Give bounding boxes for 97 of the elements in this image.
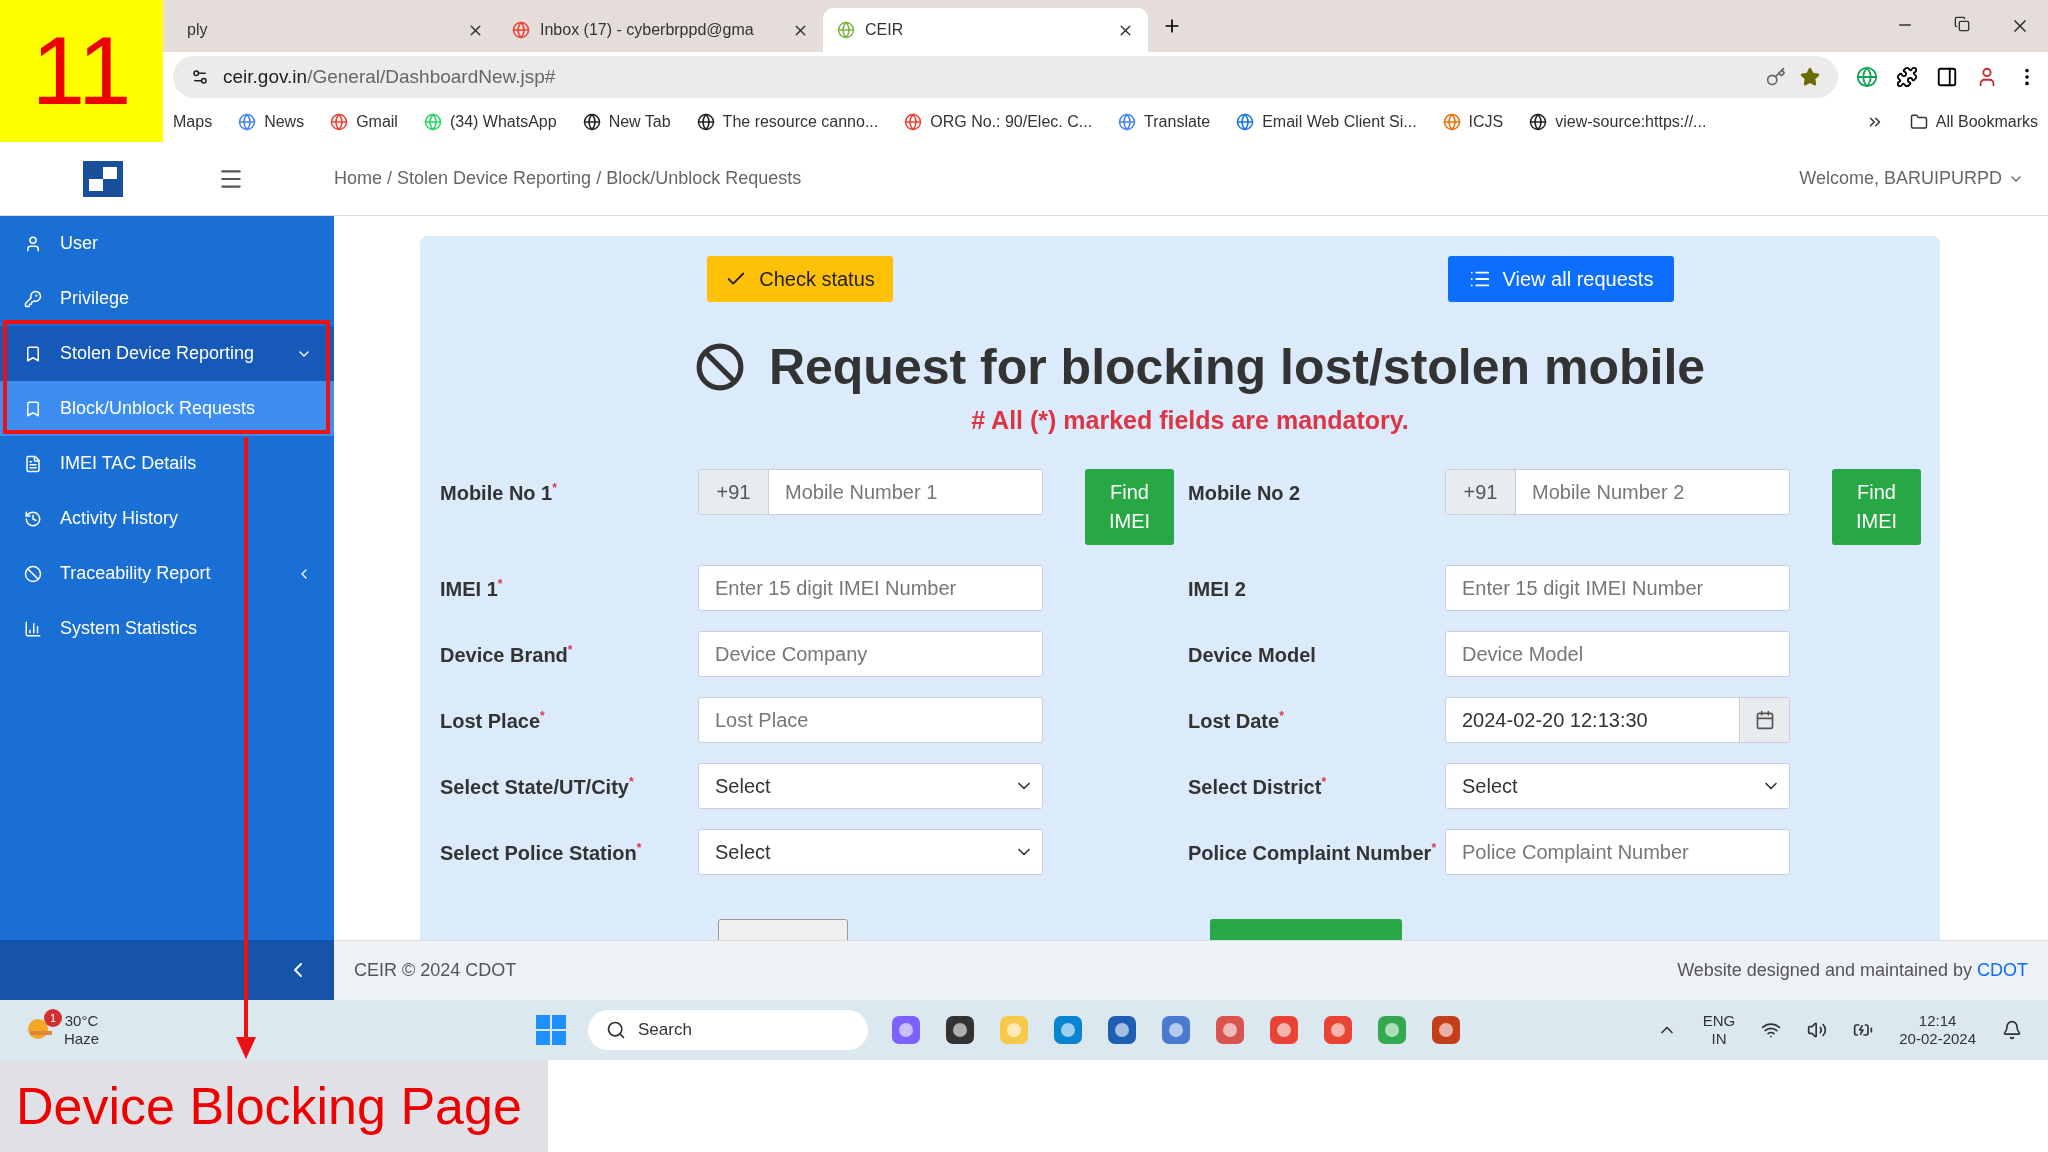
search-icon	[606, 1020, 626, 1040]
sidebar-item[interactable]: Activity History	[0, 491, 334, 546]
bookmark[interactable]: ICJS	[1442, 113, 1504, 131]
tab-icon	[837, 21, 855, 39]
sidebar-item[interactable]: IMEI TAC Details	[0, 436, 334, 491]
slide-caption: Device Blocking Page	[0, 1060, 548, 1152]
side-panel-icon[interactable]	[1936, 66, 1958, 88]
bookmark-icon	[904, 113, 923, 131]
bookmark-icon	[1442, 113, 1461, 131]
input-field[interactable]: Enter 15 digit IMEI Number	[698, 565, 1043, 611]
field-label: Lost Place$^{*}$	[440, 708, 546, 734]
address-bar[interactable]: ceir.gov.in/General/DashboardNew.jsp#	[173, 56, 1838, 98]
bell-icon[interactable]	[2002, 1020, 2022, 1040]
bookmark-icon	[1236, 113, 1255, 131]
extension-icon[interactable]	[1856, 66, 1878, 88]
calendar-icon	[1754, 710, 1775, 730]
field-label: Police Complaint Number$^{*}$	[1187, 840, 1438, 866]
browser-tab[interactable]: ply	[173, 8, 498, 52]
phone-field[interactable]: +91 Mobile Number 2	[1445, 469, 1790, 515]
bookmark-icon	[330, 113, 349, 131]
input-field[interactable]: Lost Place	[698, 697, 1043, 743]
language[interactable]: ENG	[1702, 1012, 1736, 1030]
field-label: Device Brand$^{*}$	[440, 642, 574, 668]
input-field[interactable]: Police Complaint Number	[1445, 829, 1790, 875]
all-bookmarks[interactable]: All Bookmarks	[1909, 113, 2038, 131]
select-field[interactable]: Select	[698, 829, 1043, 875]
bookmark[interactable]: The resource canno...	[696, 113, 879, 131]
select-field[interactable]: Select	[698, 763, 1043, 809]
site-settings-icon	[191, 68, 209, 86]
field-label: Device Model	[1187, 643, 1317, 668]
input-field[interactable]: Device Company	[698, 631, 1043, 677]
wifi-icon[interactable]	[1761, 1020, 1782, 1040]
sidebar-item[interactable]: System Statistics	[0, 601, 334, 656]
ban-icon	[694, 342, 745, 392]
bookmark[interactable]: ORG No.: 90/Elec. C...	[904, 113, 1093, 131]
notification-badge: 1	[44, 1008, 62, 1027]
input-field[interactable]: Device Model	[1445, 631, 1790, 677]
bookmark[interactable]: Gmail	[330, 113, 398, 131]
user-menu[interactable]: Welcome, BARUIPURPD	[1799, 168, 2024, 189]
temperature: 30°C	[64, 1012, 99, 1030]
key-icon[interactable]	[1766, 67, 1786, 87]
breadcrumb: Home / Stolen Device Reporting / Block/Unblock Requests	[334, 168, 802, 189]
credit-text: Website designed and maintained by CDOT	[1677, 960, 2028, 981]
field-label: Lost Date$^{*}$	[1187, 708, 1285, 734]
date-field[interactable]: 2024-02-20 12:13:30	[1445, 697, 1790, 743]
app-icon[interactable]	[944, 1014, 976, 1046]
input-field[interactable]: Enter 15 digit IMEI Number	[1445, 565, 1790, 611]
field-label: Mobile No 2	[1187, 481, 1302, 506]
bookmark[interactable]: (34) WhatsApp	[423, 113, 557, 131]
bookmark-icon	[423, 113, 442, 131]
form-title: Request for blocking lost/stolen mobile	[768, 338, 1706, 396]
mandatory-note: # All (*) marked fields are mandatory.	[970, 406, 1410, 435]
bookmark-icon	[582, 113, 601, 131]
bookmark[interactable]: News	[238, 113, 305, 131]
copyright-text: CEIR © 2024 CDOT	[354, 960, 517, 981]
field-label: IMEI 2	[1187, 577, 1247, 602]
bookmark-icon	[1118, 113, 1137, 131]
volume-icon[interactable]	[1807, 1020, 1828, 1040]
tab-icon	[512, 21, 530, 39]
weather-text: Haze	[64, 1030, 100, 1048]
app-icon[interactable]	[1106, 1014, 1138, 1046]
bookmark[interactable]: view-source:https://...	[1529, 113, 1707, 131]
bookmark[interactable]: New Tab	[582, 113, 671, 131]
sidebar-item[interactable]: User	[0, 216, 334, 271]
browser-tab[interactable]: CEIR	[823, 8, 1148, 52]
start-icon[interactable]	[536, 1015, 566, 1045]
star-icon[interactable]	[1800, 67, 1820, 87]
bookmark-icon	[696, 113, 715, 131]
sidebar-item[interactable]: Privilege	[0, 271, 334, 326]
cdot-link[interactable]: CDOT	[1977, 960, 2028, 980]
field-label: Select District$^{*}$	[1187, 774, 1328, 800]
select-field[interactable]: Select	[1445, 763, 1790, 809]
clock-date: 20-02-2024	[1899, 1030, 1976, 1048]
field-label: Select Police Station$^{*}$	[440, 840, 643, 866]
clock-time: 12:14	[1918, 1012, 1957, 1030]
folder-icon	[1909, 113, 1928, 131]
field-label: Mobile No 1$^{*}$	[440, 480, 558, 506]
bookmark-icon	[1529, 113, 1548, 131]
restore-icon[interactable]	[1954, 16, 1970, 32]
sidebar-item[interactable]: Stolen Device Reporting	[0, 326, 334, 381]
check-status-button[interactable]: Check status	[707, 256, 893, 302]
slide-number: 11	[0, 0, 163, 142]
logo-icon	[83, 160, 123, 197]
sidebar-item[interactable]: Traceability Report	[0, 546, 334, 601]
region[interactable]: IN	[1711, 1030, 1727, 1048]
view-all-requests-button[interactable]: View all requests	[1448, 256, 1674, 302]
bookmark-icon	[238, 113, 257, 131]
extensions-icon[interactable]	[1896, 66, 1918, 88]
url-text: ceir.gov.in/General/DashboardNew.jsp#	[223, 66, 557, 88]
taskbar-search[interactable]: Search	[588, 1010, 868, 1050]
browser-tab[interactable]: Inbox (17) - cyberbrppd@gma	[498, 8, 823, 52]
bookmark[interactable]: Translate	[1118, 113, 1211, 131]
field-label: IMEI 1$^{*}$	[440, 576, 504, 602]
phone-field[interactable]: +91 Mobile Number 1	[698, 469, 1043, 515]
field-label: Select State/UT/City$^{*}$	[440, 774, 635, 800]
bookmark[interactable]: Maps	[173, 113, 213, 131]
bookmark[interactable]: Email Web Client Si...	[1236, 113, 1417, 131]
